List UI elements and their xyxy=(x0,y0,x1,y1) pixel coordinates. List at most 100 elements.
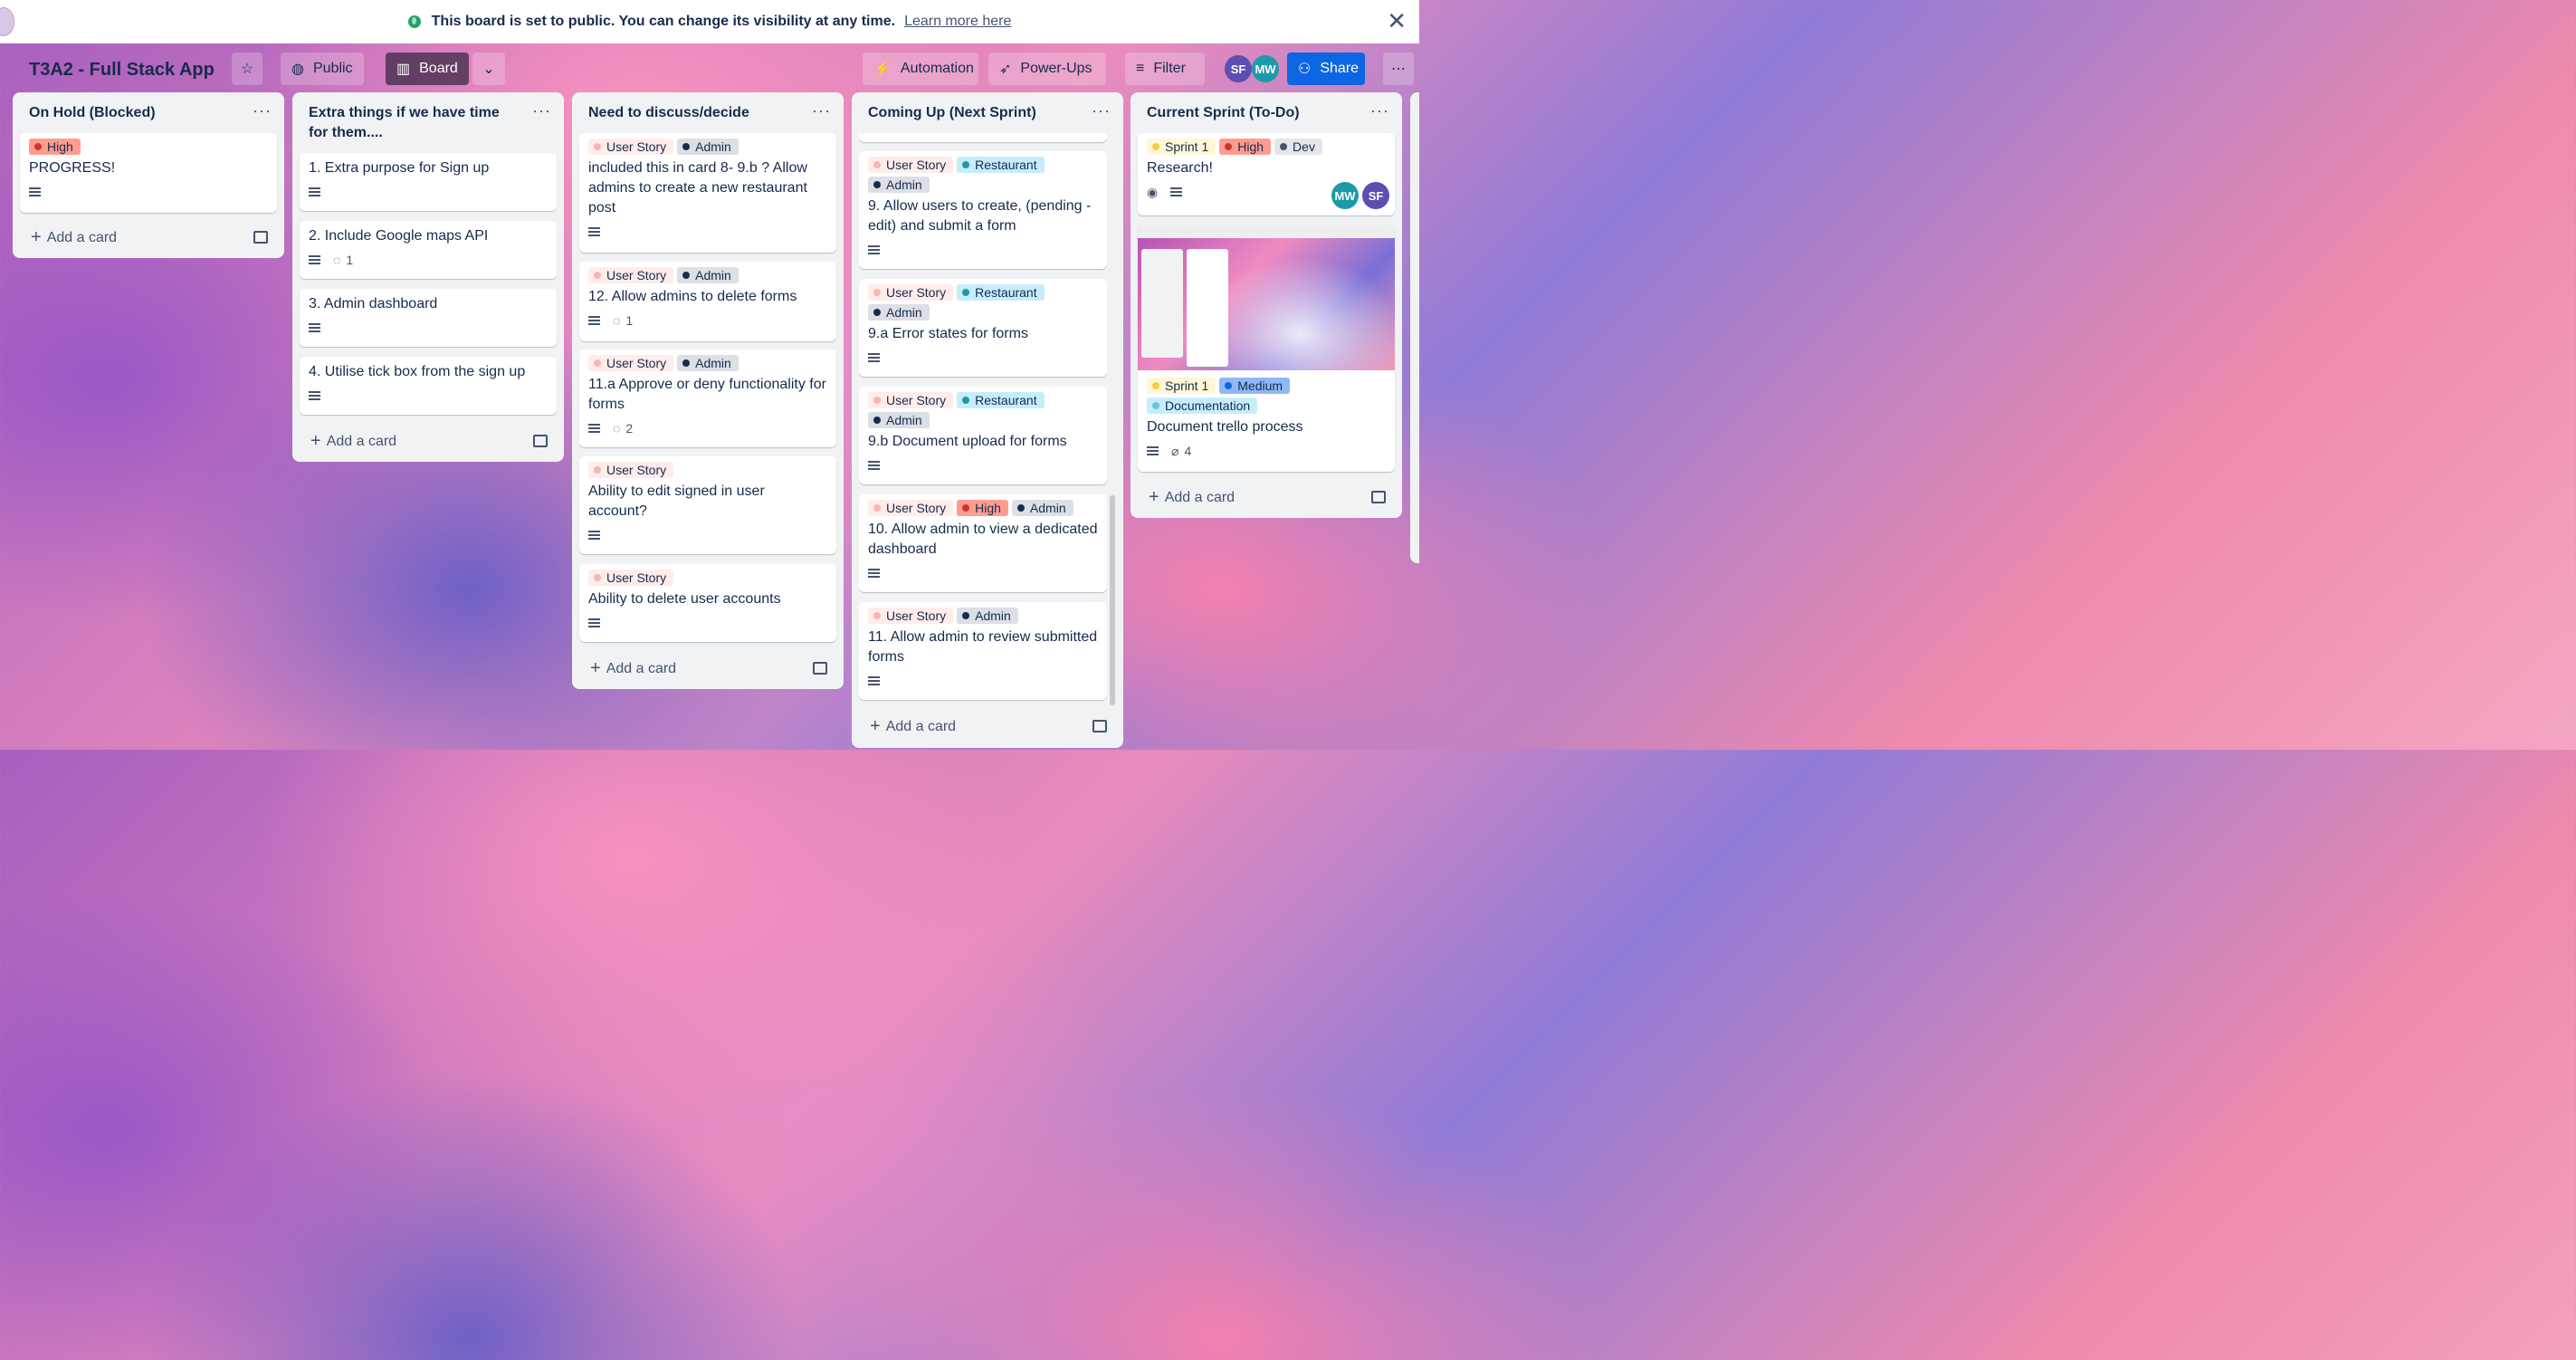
description-icon xyxy=(588,618,600,627)
member-avatar-mw[interactable]: MW xyxy=(1252,55,1279,82)
list-menu-icon[interactable]: ··· xyxy=(1370,101,1389,120)
card[interactable]: User Story Ability to delete user accoun… xyxy=(579,564,836,642)
sidebar-expand-handle[interactable] xyxy=(0,7,14,36)
list-title[interactable]: Need to discuss/decide xyxy=(572,92,844,123)
description-icon xyxy=(868,569,880,578)
plus-icon: + xyxy=(310,431,321,451)
label-user-story: User Story xyxy=(868,500,954,516)
comment-count: ◌ 2 xyxy=(613,421,634,436)
description-icon xyxy=(868,353,880,362)
board-view-button[interactable]: ▥ Board xyxy=(386,53,469,85)
card[interactable]: User Story Restaurant Admin 9.b Document… xyxy=(859,387,1107,484)
card[interactable]: User Story High Admin 10. Allow admin to… xyxy=(859,494,1107,592)
card-template-icon[interactable] xyxy=(1371,491,1386,503)
label-admin: Admin xyxy=(677,139,739,155)
comment-count: ◌ 1 xyxy=(613,313,634,328)
list-menu-icon[interactable]: ··· xyxy=(812,101,831,120)
board-view-icon: ▥ xyxy=(396,62,411,77)
board-header: T3A2 - Full Stack App ☆ ◍ Public ▥ Board… xyxy=(0,45,1419,92)
watching-eye-icon: ◉ xyxy=(1147,184,1159,199)
list-title[interactable]: Coming Up (Next Sprint) xyxy=(852,92,1123,123)
add-card-button[interactable]: + Add a card xyxy=(310,431,396,452)
power-ups-button[interactable]: ➶ Power-Ups xyxy=(988,53,1106,85)
description-icon xyxy=(588,424,600,433)
card-title: Ability to delete user accounts xyxy=(588,591,781,607)
list-menu-icon[interactable]: ··· xyxy=(532,101,551,120)
card[interactable]: Sprint 1 High Dev Research! ◉ MW SF xyxy=(1138,133,1395,215)
star-button[interactable]: ☆ xyxy=(232,53,262,85)
list-menu-icon[interactable]: ··· xyxy=(253,101,272,120)
card-title: 2. Include Google maps API xyxy=(309,228,489,244)
more-icon: ⋯ xyxy=(1391,62,1406,77)
card[interactable]: High PROGRESS! xyxy=(20,133,277,213)
list-current-sprint: Current Sprint (To-Do) ··· Sprint 1 High… xyxy=(1131,92,1402,518)
card-template-icon[interactable] xyxy=(1092,720,1107,733)
label-high: High xyxy=(957,500,1008,516)
card[interactable]: 2. Include Google maps API ◌ 1 xyxy=(300,221,557,279)
card-member-mw[interactable]: MW xyxy=(1331,182,1359,209)
automation-button[interactable]: ⚡ Automation xyxy=(863,53,978,85)
card[interactable]: 3. Admin dashboard xyxy=(300,289,557,347)
view-switcher-button[interactable]: ⌄ xyxy=(472,53,505,85)
close-icon[interactable]: ✕ xyxy=(1387,9,1407,33)
plus-icon: + xyxy=(590,658,601,678)
label-restaurant: Restaurant xyxy=(957,157,1045,173)
list-scrollbar[interactable] xyxy=(1110,495,1115,705)
add-card-button[interactable]: + Add a card xyxy=(870,716,956,737)
member-avatar-sf[interactable]: SF xyxy=(1225,55,1252,82)
visibility-label: Public xyxy=(312,61,353,76)
board-title[interactable]: T3A2 - Full Stack App xyxy=(29,60,215,81)
card[interactable]: 4. Utilise tick box from the sign up xyxy=(300,357,557,415)
label-admin: Admin xyxy=(957,608,1018,624)
card-title: Research! xyxy=(1147,160,1213,176)
card-template-icon[interactable] xyxy=(813,662,827,675)
card[interactable]: User Story Restaurant Admin 9.a Error st… xyxy=(859,279,1107,377)
card-title: 1. Extra purpose for Sign up xyxy=(309,160,490,176)
filter-button[interactable]: ≡ Filter xyxy=(1125,53,1205,85)
share-button[interactable]: ⚇ Share xyxy=(1287,53,1365,85)
comment-icon: ◌ xyxy=(613,421,621,436)
card[interactable]: User Story Admin 11.a Approve or deny fu… xyxy=(579,350,836,447)
card-member-sf[interactable]: SF xyxy=(1362,182,1389,209)
add-card-button[interactable]: + Add a card xyxy=(31,227,117,248)
label-user-story: User Story xyxy=(868,284,954,301)
card-template-icon[interactable] xyxy=(533,435,548,447)
label-admin: Admin xyxy=(868,177,930,193)
visibility-button[interactable]: ◍ Public xyxy=(281,53,364,85)
list-title[interactable]: On Hold (Blocked) xyxy=(13,92,284,123)
attachment-count: ⌀ 4 xyxy=(1171,443,1192,459)
card[interactable]: User Story Admin 11. Allow admin to revi… xyxy=(859,602,1107,700)
add-card-button[interactable]: + Add a card xyxy=(590,658,676,679)
list-title[interactable]: Extra things if we have time for them...… xyxy=(292,92,564,143)
card[interactable]: Sprint 1 Medium Documentation Document t… xyxy=(1138,225,1395,472)
description-icon xyxy=(309,187,320,196)
add-card-button[interactable]: + Add a card xyxy=(1149,487,1235,508)
label-sprint-1: Sprint 1 xyxy=(1147,139,1216,155)
card-title: Document trello process xyxy=(1147,419,1303,435)
card-title: 10. Allow admin to view a dedicated dash… xyxy=(868,522,1098,557)
description-icon xyxy=(1170,187,1183,196)
card[interactable]: User Story Admin included this in card 8… xyxy=(579,133,836,253)
board-menu-button[interactable]: ⋯ xyxy=(1383,53,1414,85)
card[interactable]: User Story Ability to edit signed in use… xyxy=(579,456,836,554)
learn-more-link[interactable]: Learn more here xyxy=(904,14,1011,30)
description-icon xyxy=(309,391,320,400)
description-icon xyxy=(868,245,880,254)
card[interactable]: User Story Admin 12. Allow admins to del… xyxy=(579,262,836,341)
list-title[interactable]: Current Sprint (To-Do) xyxy=(1131,92,1402,123)
card-template-icon[interactable] xyxy=(253,231,268,244)
description-icon xyxy=(309,323,320,332)
card-partial[interactable] xyxy=(859,133,1107,142)
card[interactable]: 1. Extra purpose for Sign up xyxy=(300,153,557,211)
card-cover-image xyxy=(1138,225,1395,370)
card-title: 4. Utilise tick box from the sign up xyxy=(309,364,526,379)
list-menu-icon[interactable]: ··· xyxy=(1092,101,1111,120)
label-restaurant: Restaurant xyxy=(957,392,1045,408)
label-admin: Admin xyxy=(1011,500,1073,516)
label-admin: Admin xyxy=(677,355,739,371)
list-need-to-discuss: Need to discuss/decide ··· User Story Ad… xyxy=(572,92,844,689)
label-user-story: User Story xyxy=(868,392,954,408)
card[interactable]: User Story Restaurant Admin 9. Allow use… xyxy=(859,151,1107,269)
public-board-banner: This board is set to public. You can cha… xyxy=(0,0,1419,43)
comment-icon: ◌ xyxy=(613,313,621,328)
